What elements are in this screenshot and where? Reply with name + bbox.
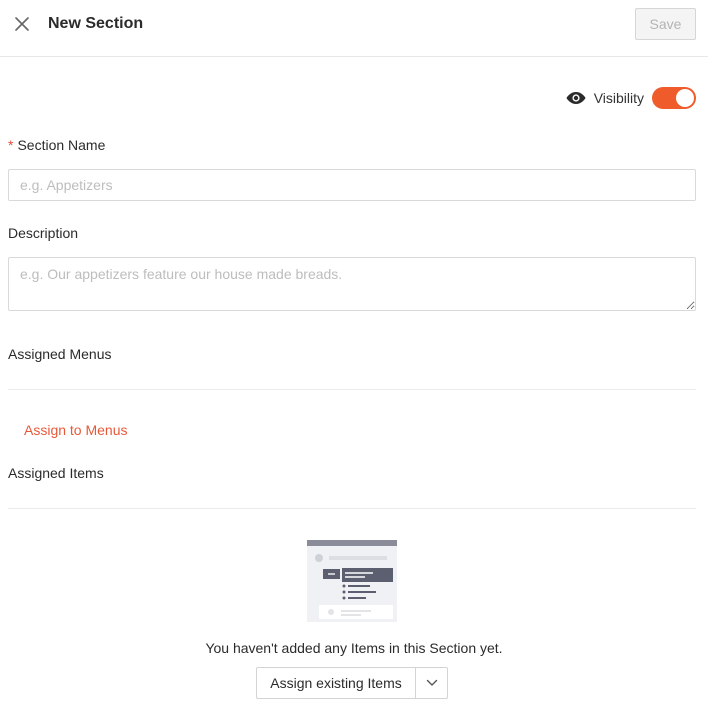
page-title: New Section bbox=[48, 15, 144, 32]
visibility-control: Visibility bbox=[566, 86, 696, 110]
toggle-knob bbox=[676, 89, 694, 107]
description-label: Description bbox=[8, 225, 79, 241]
assign-to-menus-link[interactable]: Assign to Menus bbox=[24, 422, 128, 438]
empty-items-message: You haven't added any Items in this Sect… bbox=[205, 640, 503, 656]
chevron-down-icon bbox=[426, 679, 437, 686]
assigned-menus-label: Assigned Menus bbox=[8, 346, 112, 362]
assign-items-dropdown-button[interactable] bbox=[416, 668, 447, 698]
empty-items-illustration bbox=[307, 540, 397, 622]
section-name-label: * Section Name bbox=[8, 137, 105, 153]
section-name-input[interactable] bbox=[8, 169, 696, 201]
section-name-label-text: Section Name bbox=[17, 137, 106, 153]
divider bbox=[8, 508, 696, 509]
divider bbox=[8, 389, 696, 390]
visibility-label: Visibility bbox=[593, 90, 644, 106]
description-input[interactable] bbox=[8, 257, 696, 311]
header-bar: New Section Save bbox=[0, 0, 708, 57]
save-button[interactable]: Save bbox=[635, 8, 696, 40]
assign-items-split-button: Assign existing Items bbox=[256, 667, 448, 699]
eye-icon bbox=[566, 92, 586, 104]
close-button[interactable] bbox=[10, 12, 34, 36]
assign-existing-items-button[interactable]: Assign existing Items bbox=[257, 668, 416, 698]
assigned-items-label: Assigned Items bbox=[8, 465, 104, 481]
close-icon bbox=[15, 17, 29, 31]
required-marker: * bbox=[8, 137, 14, 153]
visibility-toggle[interactable] bbox=[652, 87, 696, 109]
